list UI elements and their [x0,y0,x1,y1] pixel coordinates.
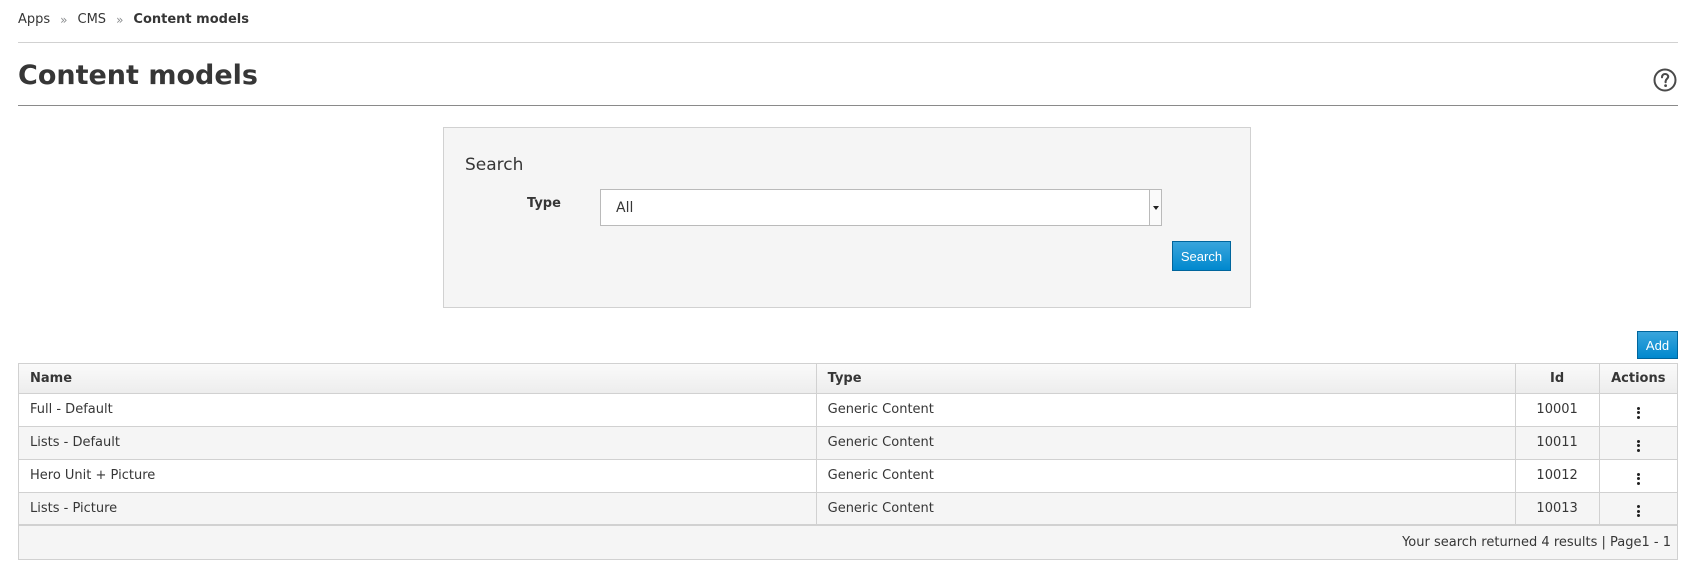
cell-type: Generic Content [816,393,1516,427]
kebab-menu-icon[interactable] [1631,405,1646,421]
table-row: Lists - Picture Generic Content 10013 [19,492,1677,526]
table-footer-pagination: Your search returned 4 results | Page1 -… [19,526,1677,559]
cell-type: Generic Content [816,492,1516,526]
kebab-menu-icon[interactable] [1631,471,1646,487]
type-label: Type [527,196,561,211]
cell-name: Lists - Default [19,426,817,460]
search-heading: Search [465,155,524,175]
kebab-menu-icon[interactable] [1631,438,1646,454]
type-select[interactable]: All [600,189,1162,226]
search-button[interactable]: Search [1172,241,1231,271]
table-header-row: Name Type Id Actions [19,364,1677,394]
column-header-name[interactable]: Name [19,364,817,394]
cell-id: 10012 [1515,459,1600,493]
add-button[interactable]: Add [1637,331,1678,359]
page-title: Content models [18,60,258,91]
cell-type: Generic Content [816,459,1516,493]
breadcrumb-item-apps[interactable]: Apps [18,12,50,27]
column-header-type[interactable]: Type [816,364,1516,394]
content-models-table: Name Type Id Actions Full - Default Gene… [18,363,1678,560]
question-circle-icon[interactable] [1653,68,1677,92]
cell-type: Generic Content [816,426,1516,460]
breadcrumb-current: Content models [133,12,249,27]
title-divider [18,105,1678,106]
table-row: Lists - Default Generic Content 10011 [19,426,1677,460]
breadcrumb-item-cms[interactable]: CMS [78,12,107,27]
cell-id: 10001 [1515,393,1600,427]
column-header-id[interactable]: Id [1515,364,1600,394]
cell-id: 10013 [1515,492,1600,526]
chevron-down-icon[interactable] [1149,190,1161,225]
table-row: Hero Unit + Picture Generic Content 1001… [19,459,1677,493]
breadcrumb-separator: » [60,12,68,27]
cell-name: Hero Unit + Picture [19,459,817,493]
cell-name: Full - Default [19,393,817,427]
column-header-actions: Actions [1599,364,1677,394]
cell-name: Lists - Picture [19,492,817,526]
divider [18,42,1678,43]
breadcrumb: Apps » CMS » Content models [18,12,249,27]
kebab-menu-icon[interactable] [1631,503,1646,519]
type-select-value: All [616,199,634,216]
cell-id: 10011 [1515,426,1600,460]
breadcrumb-separator: » [116,12,124,27]
search-panel: Search Type All Search [443,127,1251,308]
table-row: Full - Default Generic Content 10001 [19,393,1677,427]
